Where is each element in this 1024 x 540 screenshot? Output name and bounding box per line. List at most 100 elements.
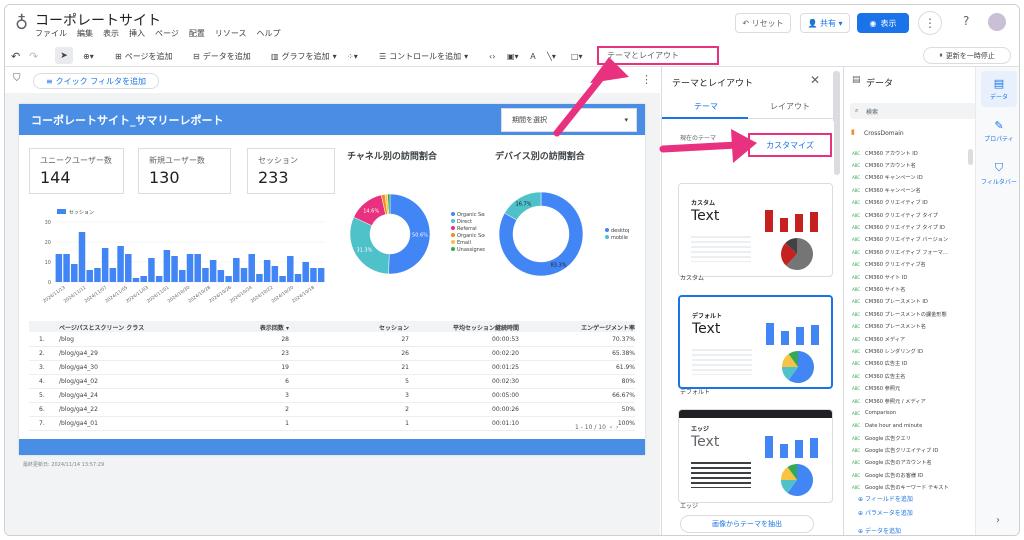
collapse-chevron-icon[interactable]: › — [996, 515, 1000, 526]
add-control-button[interactable]: ☰ コントロールを追加 ▾ — [379, 45, 468, 67]
date-range-selector[interactable]: 期間を選択 ▾ — [501, 108, 637, 132]
reset-button[interactable]: ↶ リセット — [735, 13, 791, 33]
field-item[interactable]: ABC CM360 アカウント名 — [852, 159, 970, 171]
help-icon[interactable]: ? — [963, 14, 969, 28]
field-item[interactable]: ABC CM360 クリエイティブ タイプ — [852, 209, 970, 221]
field-item[interactable]: ABC CM360 プレースメントの課金形態 — [852, 308, 970, 320]
image-icon[interactable]: ▣▾ — [507, 45, 519, 67]
table-row[interactable]: 4. /blog/ga4_02 6 5 00:02:30 80% — [29, 376, 635, 389]
side-tab-properties[interactable]: ✎ プロパティ — [981, 113, 1017, 149]
tab-theme[interactable]: テーマ — [694, 101, 718, 112]
sessions-bar-chart[interactable]: セッション01020302024/11/132024/11/112024/11/… — [27, 204, 333, 316]
more-options-icon[interactable]: ⋮ — [918, 11, 942, 35]
menu-item[interactable]: ファイル — [35, 28, 67, 39]
field-item[interactable]: ABC CM360 サイト名 — [852, 283, 970, 295]
pause-update-button[interactable]: ⏸ 更新を一時停止 — [923, 47, 1011, 64]
embed-code-icon[interactable]: ‹› — [489, 45, 495, 67]
field-item[interactable]: ABC CM360 広告主名 — [852, 370, 970, 382]
undo-icon[interactable]: ↶ — [11, 45, 20, 67]
table-row[interactable]: 6. /blog/ga4_22 2 2 00:00:26 50% — [29, 404, 635, 417]
line-icon[interactable]: ╲▾ — [547, 45, 556, 67]
tab-layout[interactable]: レイアウト — [770, 101, 810, 112]
table-row[interactable]: 1. /blog 28 27 00:00:53 70.37% — [29, 334, 635, 347]
text-icon[interactable]: Ａ — [529, 45, 537, 67]
field-item[interactable]: ABC CM360 クリエイティブ バージョン — [852, 234, 970, 246]
redo-icon[interactable]: ↷ — [29, 45, 38, 67]
avatar[interactable] — [988, 13, 1006, 31]
quick-filter-button[interactable]: ≡ クイック フィルタを追加 — [33, 73, 159, 89]
canvas-more-icon[interactable]: ⋮ — [641, 73, 652, 86]
add-data-link[interactable]: ⊕ データを追加 — [858, 526, 901, 535]
report-page[interactable]: コーポレートサイト_サマリーレポート 期間を選択 ▾ ユニークユーザー数 144 … — [19, 104, 645, 455]
device-donut-chart[interactable]: 83.3% 16.7% desktopmobile — [489, 188, 629, 288]
field-item[interactable]: ABC CM360 広告主 ID — [852, 358, 970, 370]
shape-icon[interactable]: □▾ — [571, 45, 583, 67]
field-item[interactable]: ABC CM360 レンダリング ID — [852, 345, 970, 357]
filter-icon[interactable]: ⛉ — [13, 73, 21, 84]
add-page-button[interactable]: ⊞ ページを追加 — [115, 45, 173, 67]
menu-item[interactable]: ページ — [155, 28, 179, 39]
customize-button[interactable]: カスタマイズ — [748, 133, 832, 157]
theme-card-default[interactable]: デフォルト Text — [678, 295, 833, 389]
table-row[interactable]: 2. /blog/ga4_29 23 26 00:02:20 65.38% — [29, 348, 635, 361]
field-item[interactable]: ABC CM360 クリエイティブ名 — [852, 259, 970, 271]
menu-item[interactable]: ヘルプ — [256, 28, 280, 39]
field-item[interactable]: ABC CM360 クリエイティブ タイプ ID — [852, 221, 970, 233]
field-item[interactable]: ABC CM360 アカウント ID — [852, 147, 970, 159]
canvas-scrollbar[interactable] — [833, 71, 840, 123]
menu-item[interactable]: 挿入 — [129, 28, 145, 39]
field-item[interactable]: ABC CM360 クリエイティブ ID — [852, 197, 970, 209]
add-data-button[interactable]: ⊟ データを追加 — [193, 45, 251, 67]
theme-card-custom[interactable]: カスタム Text — [678, 183, 833, 277]
field-item[interactable]: ABC Google 広告クリエイティブ ID — [852, 444, 970, 456]
table-row[interactable]: 7. /blog/ga4_01 1 1 00:01:10 100% — [29, 418, 635, 431]
field-item[interactable]: ABC CM360 メディア — [852, 333, 970, 345]
table-row[interactable]: 5. /blog/ga4_24 3 3 00:05:00 66.67% — [29, 390, 635, 403]
field-list-scrollbar[interactable] — [968, 149, 973, 165]
menu-item[interactable]: 編集 — [77, 28, 93, 39]
looker-studio-logo-icon[interactable]: ♁ — [15, 13, 29, 37]
add-chart-button[interactable]: ▥ グラフを追加 ▾ — [271, 45, 337, 67]
table-pager[interactable]: 1 - 10 / 10 ‹ › — [575, 424, 618, 431]
theme-card-edge[interactable]: エッジ Text — [678, 409, 833, 503]
field-item[interactable]: ABC Google 広告のお客様 ID — [852, 469, 970, 481]
side-tab-data[interactable]: ▤ データ — [981, 71, 1017, 107]
field-item[interactable]: ABC CM360 プレースメント ID — [852, 296, 970, 308]
extract-theme-button[interactable]: 画像からテーマを抽出 — [680, 515, 814, 533]
field-item[interactable]: ABC CM360 サイト ID — [852, 271, 970, 283]
kpi-unique-users[interactable]: ユニークユーザー数 144 — [29, 148, 124, 194]
community-viz-icon[interactable]: ⁘▾ — [347, 45, 358, 67]
menu-item[interactable]: 配置 — [189, 28, 205, 39]
data-search-input[interactable]: ⌕ 検索 — [850, 103, 976, 119]
close-icon[interactable]: ✕ — [810, 73, 820, 87]
field-item[interactable]: ABC Google 広告クエリ — [852, 432, 970, 444]
add-field-button[interactable]: ⊕ フィールドを追加 — [858, 494, 913, 503]
theme-layout-button[interactable]: テーマとレイアウト — [597, 46, 719, 65]
menu-item[interactable]: リソース — [215, 28, 247, 39]
kpi-new-users[interactable]: 新規ユーザー数 130 — [138, 148, 231, 194]
side-tab-filter-bar[interactable]: ⛉ フィルタバー — [981, 155, 1017, 191]
field-item[interactable]: ABC Google 広告のアカウント名 — [852, 457, 970, 469]
report-name[interactable]: コーポレートサイト — [35, 10, 161, 30]
next-page-icon[interactable]: › — [616, 424, 618, 431]
menu-item[interactable]: 表示 — [103, 28, 119, 39]
table-row[interactable]: 3. /blog/ga4_30 19 21 00:01:25 61.9% — [29, 362, 635, 375]
field-item[interactable]: ABC CM360 キャンペーン ID — [852, 172, 970, 184]
field-item[interactable]: ABC CM360 キャンペーン名 — [852, 184, 970, 196]
field-item[interactable]: ABC CM360 クリエイティブ フォーマ... — [852, 246, 970, 258]
field-item[interactable]: ABC Comparison — [852, 407, 970, 419]
add-parameter-button[interactable]: ⊕ パラメータを追加 — [858, 508, 913, 517]
field-item[interactable]: ABC Google 広告のキーワード テキスト — [852, 482, 970, 494]
field-item[interactable]: ABC CM360 プレースメント名 — [852, 320, 970, 332]
share-button[interactable]: 👤 共有 ▾ — [800, 13, 850, 33]
field-item[interactable]: ABC CM360 参照元 — [852, 382, 970, 394]
prev-page-icon[interactable]: ‹ — [610, 424, 612, 431]
kpi-sessions[interactable]: セッション 233 — [247, 148, 335, 194]
zoom-icon[interactable]: ⊕▾ — [83, 45, 94, 67]
select-cursor-icon[interactable]: ➤ — [55, 47, 73, 64]
legend-label: Unassigned — [457, 247, 485, 253]
field-item[interactable]: ABC CM360 参照元 / メディア — [852, 395, 970, 407]
channel-donut-chart[interactable]: 50.6% 31.3% 14.6% Organic SearchDirectRefer… — [345, 188, 485, 288]
view-button[interactable]: ◉ 表示 — [857, 13, 909, 33]
field-item[interactable]: ABC Date hour and minute — [852, 420, 970, 432]
